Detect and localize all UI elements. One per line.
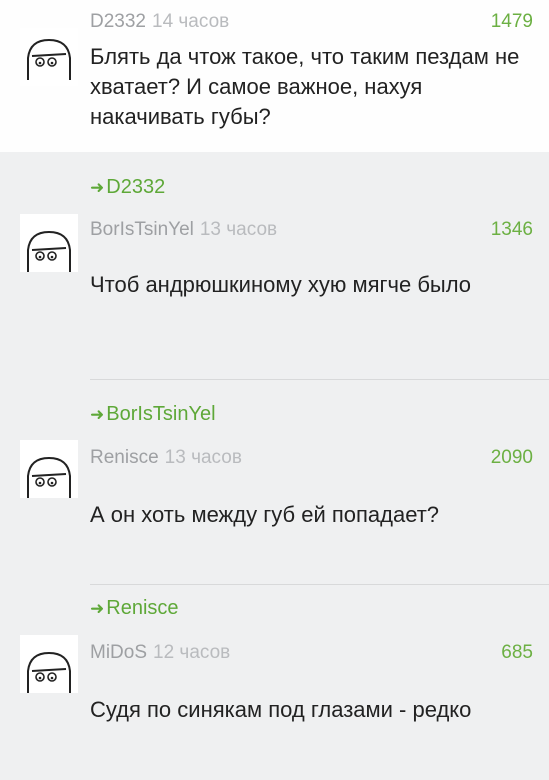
comment-meta: MiDoS 12 часов 685 (90, 641, 533, 665)
avatar[interactable] (20, 28, 78, 86)
comment-borIstsinyel: ➜ D2332 BorIsTsinYel 13 часов 1346 Чтоб ан… (0, 152, 549, 380)
troll-face-avatar-icon (27, 456, 71, 498)
comment-meta: Renisce 13 часов 2090 (90, 446, 533, 470)
comment-meta: BorIsTsinYel 13 часов 1346 (90, 218, 533, 242)
comment-author[interactable]: D2332 (90, 11, 146, 32)
comment-time: 13 часов (164, 447, 242, 468)
avatar[interactable] (20, 214, 78, 272)
reply-link[interactable]: ➜ BorIsTsinYel (90, 403, 216, 426)
comment-author[interactable]: BorIsTsinYel (90, 219, 194, 240)
reply-arrow-icon: ➜ (90, 599, 105, 618)
comment-meta: D2332 14 часов 1479 (90, 10, 533, 34)
comment-text: Чтоб андрюшкиному хую мягче было (90, 272, 472, 297)
comment-score: 685 (501, 642, 533, 663)
avatar[interactable] (20, 440, 78, 498)
comment-score: 1346 (490, 219, 533, 240)
reply-link[interactable]: ➜ Renisce (90, 597, 179, 620)
comment-time: 12 часов (153, 642, 231, 663)
comment-author[interactable]: Renisce (90, 447, 159, 468)
troll-face-avatar-icon (27, 651, 71, 693)
reply-arrow-icon: ➜ (90, 178, 105, 197)
comment-score: 1479 (490, 11, 533, 32)
reply-to-label: D2332 (106, 176, 166, 198)
comment-score: 2090 (490, 447, 533, 468)
comment-time: 14 часов (152, 11, 230, 32)
comment-time: 13 часов (199, 219, 278, 240)
comment-author[interactable]: MiDoS (90, 642, 147, 663)
troll-face-avatar-icon (27, 230, 71, 272)
comment-text: А он хоть между губ ей попадает? (90, 502, 440, 527)
avatar[interactable] (20, 635, 78, 693)
reply-to-label: BorIsTsinYel (106, 403, 216, 425)
troll-face-avatar-icon (27, 38, 71, 80)
reply-link[interactable]: ➜ D2332 (90, 176, 165, 199)
comment-renisce: ➜ BorIsTsinYel Renisce 13 часов 2090 А он … (0, 380, 549, 585)
reply-arrow-icon: ➜ (90, 405, 105, 424)
comment-text: Судя по синякам под глазами - редко (90, 697, 472, 722)
comment-midos: ➜ Renisce MiDoS 12 часов 685 Судя по синяк… (0, 585, 549, 780)
reply-to-label: Renisce (106, 597, 179, 619)
comment-text: Блять да чтож такое, что таким пездам не… (90, 44, 520, 129)
comment-d2332: D2332 14 часов 1479 Блять да чтож такое, … (0, 0, 549, 152)
